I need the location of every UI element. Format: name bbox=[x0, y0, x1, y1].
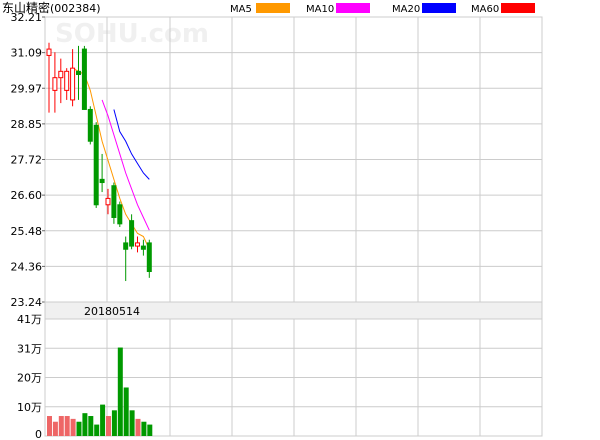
volume-bar bbox=[82, 413, 88, 436]
volume-bars bbox=[47, 347, 153, 436]
ma-legend: MA5 MA10 MA20 MA60 bbox=[230, 3, 535, 15]
candle-body bbox=[58, 70, 64, 79]
legend-item-ma5: MA5 bbox=[230, 3, 290, 15]
volume-bar bbox=[141, 421, 147, 436]
legend-item-ma20: MA20 bbox=[392, 3, 456, 15]
volume-bar bbox=[106, 416, 111, 436]
candle-body bbox=[140, 245, 146, 250]
price-axis-ticks: 32.21 31.09 29.97 28.85 27.72 26.60 25.48 24.36… bbox=[11, 11, 45, 309]
candle-body bbox=[70, 67, 76, 101]
candle bbox=[146, 239, 152, 278]
price-tick-label: 28.85 bbox=[11, 118, 43, 131]
volume-tick-label: 31万 bbox=[17, 342, 42, 355]
price-tick-label: 32.21 bbox=[11, 11, 43, 24]
volume-bar bbox=[47, 416, 52, 436]
candle-body bbox=[46, 48, 52, 56]
legend-swatch bbox=[336, 3, 370, 13]
legend-label: MA5 bbox=[230, 4, 252, 15]
volume-bar bbox=[135, 418, 141, 436]
candle bbox=[140, 239, 146, 256]
volume-bar bbox=[94, 424, 100, 436]
candle-body bbox=[105, 197, 111, 206]
stock-code: (002384) bbox=[50, 2, 101, 15]
price-tick-label: 31.09 bbox=[11, 47, 43, 60]
legend-label: MA20 bbox=[392, 4, 420, 15]
candle-body bbox=[52, 77, 58, 91]
volume-bar bbox=[129, 410, 135, 436]
candle bbox=[117, 201, 123, 228]
volume-bar bbox=[100, 404, 106, 436]
volume-tick-label: 41万 bbox=[17, 313, 42, 326]
volume-bar bbox=[88, 416, 94, 436]
candle-body bbox=[93, 124, 99, 206]
volume-bar bbox=[52, 421, 58, 436]
volume-bar bbox=[147, 424, 153, 436]
candle bbox=[123, 236, 129, 282]
candle-body bbox=[135, 242, 140, 247]
volume-tick-label: 0 bbox=[35, 428, 42, 440]
candle-body bbox=[123, 242, 129, 250]
volume-bar bbox=[76, 421, 82, 436]
candle bbox=[46, 42, 52, 113]
date-band: 20180514 bbox=[44, 301, 543, 320]
candle bbox=[52, 52, 58, 113]
legend-item-ma10: MA10 bbox=[306, 3, 370, 15]
candle bbox=[129, 214, 135, 250]
candlesticks bbox=[46, 42, 152, 282]
candle bbox=[70, 49, 76, 107]
price-grid bbox=[44, 16, 543, 303]
candle-body bbox=[64, 70, 70, 91]
legend-swatch bbox=[256, 3, 290, 13]
legend-item-ma60: MA60 bbox=[471, 3, 535, 15]
legend-label: MA60 bbox=[471, 4, 499, 15]
candle bbox=[58, 58, 64, 104]
volume-bar bbox=[123, 387, 129, 436]
price-tick-label: 23.24 bbox=[11, 296, 43, 309]
stock-chart: SOHU.com 东山精密(002384) MA5 MA10 MA20 MA60 32… bbox=[2, 0, 543, 440]
volume-bar bbox=[111, 410, 117, 436]
watermark-text: SOHU.com bbox=[55, 19, 209, 49]
candle bbox=[135, 236, 140, 253]
volume-bar bbox=[117, 347, 123, 436]
candle-body bbox=[87, 108, 93, 142]
candle-body bbox=[117, 204, 123, 225]
candle bbox=[64, 68, 70, 100]
candle-body bbox=[146, 242, 152, 272]
candle-body bbox=[111, 185, 117, 218]
legend-swatch bbox=[422, 3, 456, 13]
candle-body bbox=[99, 178, 105, 184]
candle bbox=[87, 106, 93, 145]
volume-bar bbox=[70, 418, 76, 436]
candle bbox=[111, 182, 117, 224]
price-tick-label: 27.72 bbox=[11, 154, 43, 167]
price-tick-label: 29.97 bbox=[11, 82, 43, 95]
candle-body bbox=[76, 70, 81, 76]
legend-swatch bbox=[501, 3, 535, 13]
price-tick-label: 24.36 bbox=[11, 260, 43, 273]
candle bbox=[81, 45, 87, 110]
candle-body bbox=[129, 220, 135, 247]
volume-bar bbox=[64, 416, 70, 436]
volume-axis-ticks: 41万 31万 20万 10万 0 bbox=[17, 313, 42, 440]
ma20-line bbox=[113, 109, 150, 180]
price-tick-label: 25.48 bbox=[11, 225, 43, 238]
candle-body bbox=[81, 48, 87, 110]
candle bbox=[93, 122, 99, 208]
volume-tick-label: 20万 bbox=[17, 372, 42, 385]
volume-tick-label: 10万 bbox=[17, 401, 42, 414]
volume-bar bbox=[58, 416, 64, 436]
date-label: 20180514 bbox=[84, 305, 140, 318]
price-tick-label: 26.60 bbox=[11, 189, 43, 202]
candle bbox=[76, 45, 81, 100]
legend-label: MA10 bbox=[306, 4, 334, 15]
